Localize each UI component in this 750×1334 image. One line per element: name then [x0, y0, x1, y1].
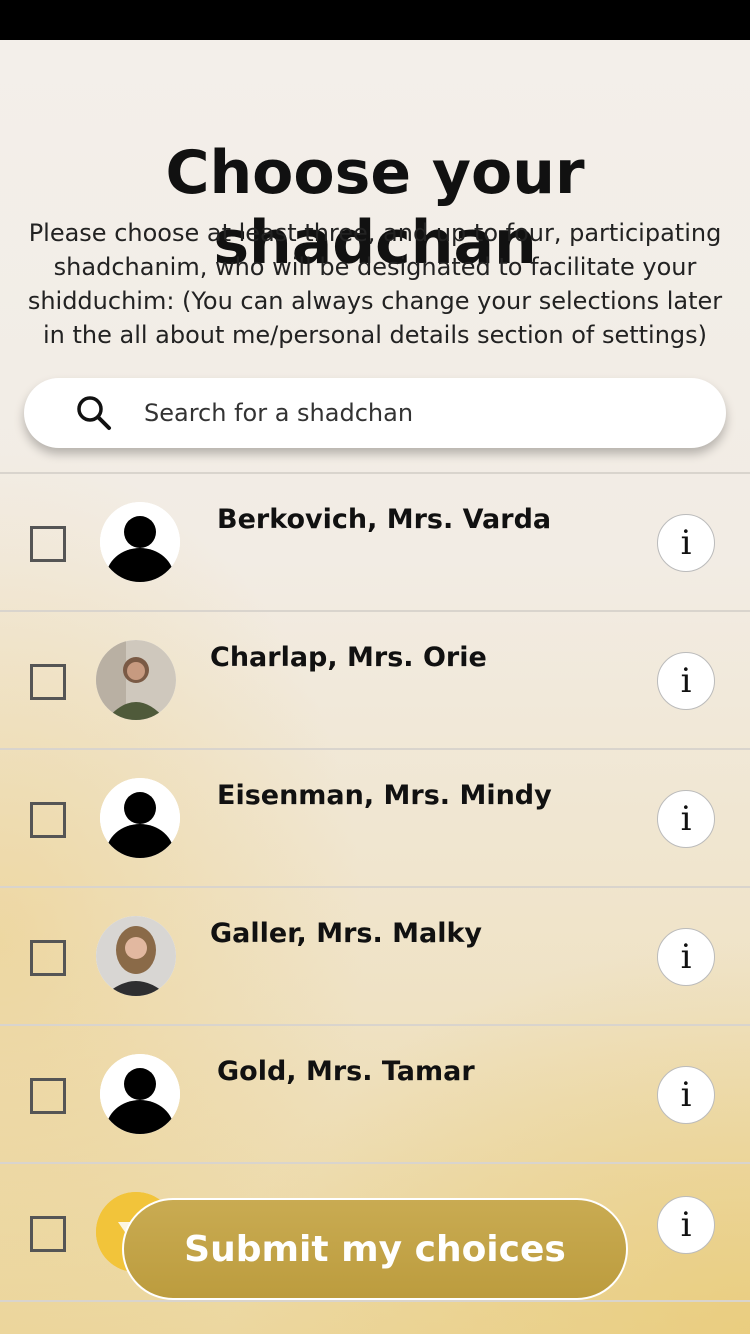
- avatar-photo: [96, 640, 176, 720]
- select-checkbox[interactable]: [30, 664, 66, 700]
- shadchan-name[interactable]: Eisenman, Mrs. Mindy: [217, 780, 552, 811]
- page-subtitle: Please choose at least three, and up to …: [0, 216, 750, 352]
- select-checkbox[interactable]: [30, 940, 66, 976]
- shadchan-name[interactable]: Berkovich, Mrs. Varda: [217, 504, 551, 535]
- submit-button[interactable]: Submit my choices: [122, 1198, 628, 1300]
- search-icon: [76, 395, 112, 431]
- shadchan-row: Gold, Mrs. Tamar i: [0, 1026, 750, 1164]
- avatar: [100, 1054, 180, 1134]
- select-checkbox[interactable]: [30, 526, 66, 562]
- avatar: [100, 778, 180, 858]
- info-button[interactable]: i: [657, 790, 715, 848]
- shadchan-row: Eisenman, Mrs. Mindy i: [0, 750, 750, 888]
- avatar-photo: [96, 916, 176, 996]
- default-avatar-icon: [100, 778, 180, 858]
- info-button[interactable]: i: [657, 1196, 715, 1254]
- info-button[interactable]: i: [657, 514, 715, 572]
- search-bar[interactable]: [24, 378, 726, 448]
- info-button[interactable]: i: [657, 928, 715, 986]
- search-input[interactable]: [144, 394, 704, 432]
- subtitle-line: shidduchim: (You can always change your …: [27, 287, 723, 315]
- subtitle-line: in the all about me/personal details sec…: [42, 321, 708, 349]
- subtitle-line: Please choose at least three, and up to …: [28, 219, 722, 247]
- shadchan-name[interactable]: Gold, Mrs. Tamar: [217, 1056, 475, 1087]
- profile-photo: [96, 916, 176, 996]
- status-bar: [0, 0, 750, 40]
- select-checkbox[interactable]: [30, 802, 66, 838]
- choose-shadchan-screen: Choose your shadchan Please choose at le…: [0, 40, 750, 1334]
- shadchan-name[interactable]: Charlap, Mrs. Orie: [210, 642, 487, 673]
- list-divider: [0, 1300, 750, 1302]
- avatar: [100, 502, 180, 582]
- subtitle-line: shadchanim, who will be designated to fa…: [53, 253, 697, 281]
- info-button[interactable]: i: [657, 652, 715, 710]
- info-button[interactable]: i: [657, 1066, 715, 1124]
- select-checkbox[interactable]: [30, 1078, 66, 1114]
- shadchan-name[interactable]: Galler, Mrs. Malky: [210, 918, 482, 949]
- shadchan-row: Galler, Mrs. Malky i: [0, 888, 750, 1026]
- shadchan-row: Berkovich, Mrs. Varda i: [0, 474, 750, 612]
- default-avatar-icon: [100, 502, 180, 582]
- shadchan-row: Charlap, Mrs. Orie i: [0, 612, 750, 750]
- profile-photo: [96, 640, 176, 720]
- default-avatar-icon: [100, 1054, 180, 1134]
- select-checkbox[interactable]: [30, 1216, 66, 1252]
